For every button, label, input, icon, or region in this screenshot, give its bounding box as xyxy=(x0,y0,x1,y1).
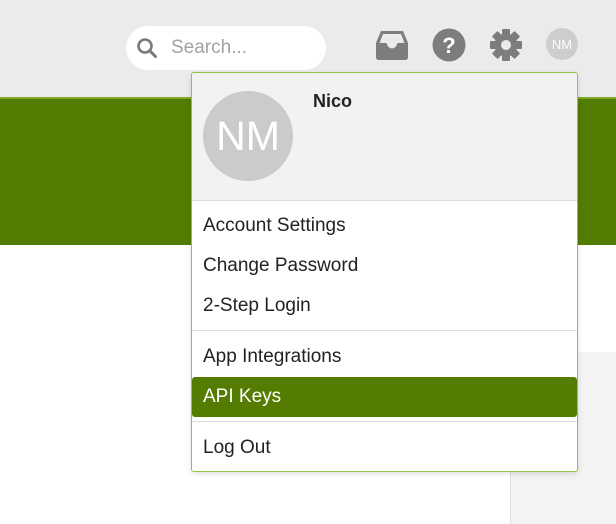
search-icon xyxy=(137,38,157,58)
search-placeholder[interactable]: Search... xyxy=(171,37,247,59)
user-avatar-button[interactable]: NM xyxy=(546,28,578,60)
menu-user-header: NM Nico xyxy=(192,73,577,201)
menu-item-app-integrations[interactable]: App Integrations xyxy=(192,337,577,377)
menu-item-2-step-login[interactable]: 2-Step Login xyxy=(192,286,577,326)
avatar: NM xyxy=(203,91,293,181)
menu-item-api-keys[interactable]: API Keys xyxy=(192,377,577,417)
account-dropdown-menu: NM Nico Account Settings Change Password… xyxy=(191,72,578,472)
menu-divider xyxy=(192,330,577,331)
inbox-icon[interactable] xyxy=(375,29,409,61)
help-icon[interactable]: ? xyxy=(432,28,466,62)
menu-item-log-out[interactable]: Log Out xyxy=(192,428,577,468)
user-name: Nico xyxy=(313,91,353,111)
menu-divider xyxy=(192,421,577,422)
menu-item-account-settings[interactable]: Account Settings xyxy=(192,206,577,246)
settings-gear-icon[interactable] xyxy=(489,28,523,62)
svg-text:?: ? xyxy=(442,33,455,58)
search-box[interactable]: Search... xyxy=(126,26,326,70)
menu-item-change-password[interactable]: Change Password xyxy=(192,246,577,286)
